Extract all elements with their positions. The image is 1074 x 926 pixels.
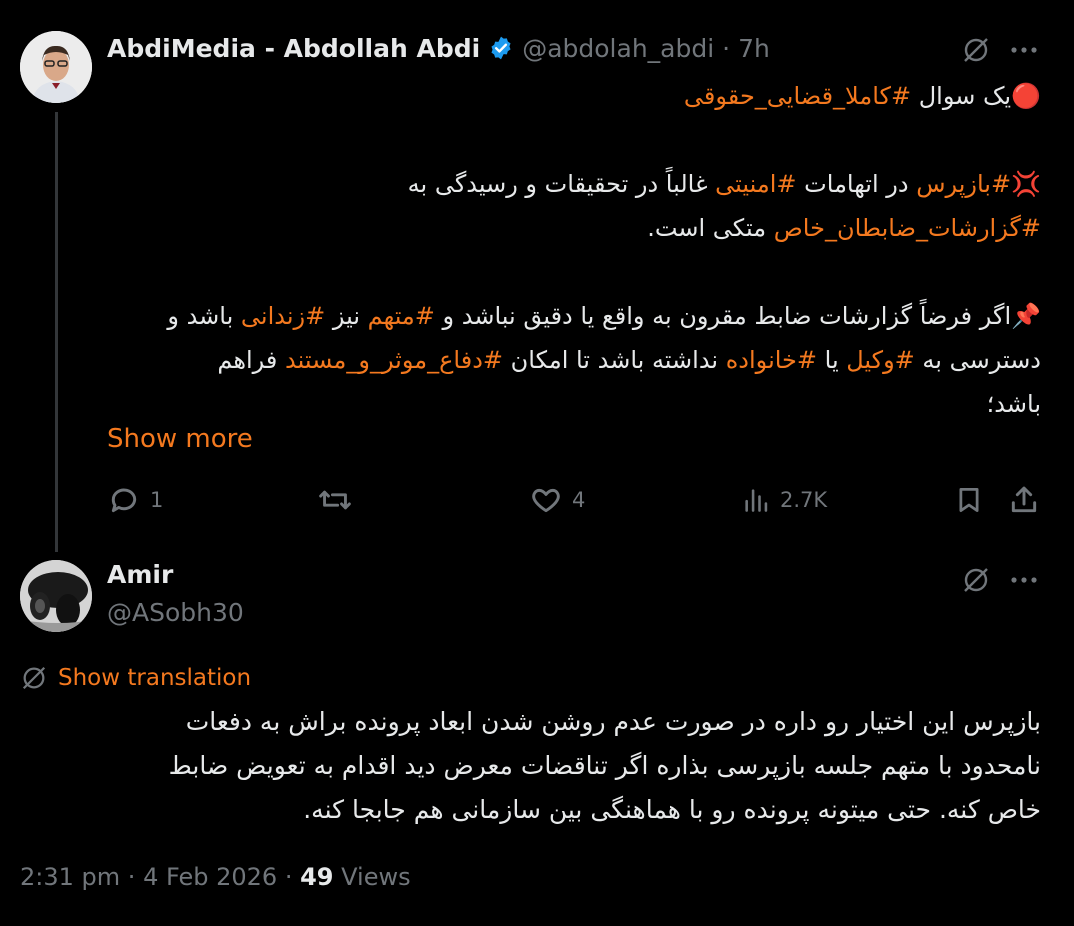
hashtag-link[interactable]: #بازپرس: [916, 170, 1011, 198]
reply-more-options-icon[interactable]: [1006, 562, 1042, 598]
hashtag-link[interactable]: #زندانی: [241, 302, 325, 330]
views-count: 2.7K: [780, 488, 828, 512]
tweet-header: AbdiMedia - Abdollah Abdi @abdolah_abdi …: [107, 30, 770, 66]
show-translation-link[interactable]: Show translation: [20, 664, 251, 692]
reply-author-avatar[interactable]: [20, 560, 92, 632]
tweet-text-line: #گزارشات_ضابطان_خاص متکی است.: [107, 206, 1041, 250]
author-avatar[interactable]: [20, 31, 92, 103]
author-handle[interactable]: @abdolah_abdi: [522, 34, 714, 63]
meta-separator: ·: [284, 863, 293, 891]
tweet-text-line: [107, 118, 1041, 162]
show-more-link[interactable]: Show more: [107, 424, 253, 454]
tweet-text-segment: 🔴یک سوال: [911, 82, 1041, 110]
reply-views-label: Views: [341, 863, 411, 891]
tweet-text-segment: 💢: [1011, 170, 1041, 198]
grok-icon[interactable]: [958, 32, 994, 68]
show-translation-label: Show translation: [58, 665, 252, 691]
views-button[interactable]: 2.7K: [742, 484, 827, 516]
tweet-text-segment: نداشته باشد تا امکان: [503, 346, 726, 374]
reply-text-line: خاص کنه. حتی میتونه پرونده رو با هماهنگی…: [303, 795, 1041, 824]
tweet-text-line: 💢#بازپرس در اتهامات #امنیتی غالباً در تح…: [107, 162, 1041, 206]
tweet-text-segment: متکی است.: [647, 214, 774, 242]
reply-icon: [111, 488, 137, 513]
tweet-text-line: 📌اگر فرضاً گزارشات ضابط مقرون به واقع یا…: [107, 294, 1041, 338]
tweet-text-segment: در اتهامات: [796, 170, 917, 198]
translate-icon: [22, 666, 46, 690]
more-options-icon[interactable]: [1006, 32, 1042, 68]
tweet-time[interactable]: 7h: [738, 34, 770, 63]
meta-separator: ·: [127, 863, 136, 891]
reply-text-line: بازپرس این اختیار رو داره در صورت عدم رو…: [185, 707, 1041, 736]
author-display-name[interactable]: AbdiMedia - Abdollah Abdi: [107, 34, 480, 63]
reply-time[interactable]: 2:31 pm: [20, 863, 120, 891]
tweet-text-segment: دسترسی به: [914, 346, 1041, 374]
tweet-text-line: باشد؛: [107, 382, 1041, 426]
verified-badge-icon: [488, 35, 514, 61]
reply-button[interactable]: 1: [108, 484, 163, 516]
bookmark-button[interactable]: [954, 484, 984, 516]
retweet-button[interactable]: [318, 484, 362, 516]
hashtag-link[interactable]: #کاملا_قضایی_حقوقی: [684, 82, 911, 110]
reply-handle[interactable]: @ASobh30: [107, 598, 244, 627]
hashtag-link[interactable]: #دفاع_موثر_و_مستند: [285, 346, 503, 374]
share-icon: [1011, 486, 1037, 513]
retweet-icon: [319, 490, 351, 510]
tweet-text-segment: 📌اگر فرضاً گزارشات ضابط مقرون به واقع یا…: [434, 302, 1041, 330]
tweet-text-segment: فراهم: [217, 346, 285, 374]
heart-icon: [532, 488, 560, 513]
reply-text: بازپرس این اختیار رو داره در صورت عدم رو…: [20, 700, 1041, 832]
tweet-text-line: دسترسی به #وکیل یا #خانواده نداشته باشد …: [107, 338, 1041, 382]
header-separator: ·: [722, 33, 731, 63]
thread-connector-line: [55, 112, 58, 552]
reply-count: 1: [150, 488, 164, 512]
share-button[interactable]: [1008, 484, 1040, 516]
reply-display-name[interactable]: Amir: [107, 560, 173, 589]
hashtag-link[interactable]: #خانواده: [726, 346, 817, 374]
hashtag-link[interactable]: #متهم: [368, 302, 435, 330]
reply-grok-icon[interactable]: [958, 562, 994, 598]
reply-meta: 2:31 pm · 4 Feb 2026 · 49 Views: [20, 863, 411, 891]
hashtag-link[interactable]: #وکیل: [846, 346, 915, 374]
reply-views-count: 49: [300, 863, 334, 891]
bookmark-icon: [959, 488, 979, 512]
tweet-text-line: 🔴یک سوال #کاملا_قضایی_حقوقی: [107, 74, 1041, 118]
views-chart-icon: [745, 489, 768, 512]
tweet-text-segment: نیز: [325, 302, 368, 330]
reply-date[interactable]: 4 Feb 2026: [143, 863, 277, 891]
tweet-text-segment: باشد و: [167, 302, 241, 330]
tweet-text-segment: باشد؛: [986, 390, 1041, 418]
tweet-text: 🔴یک سوال #کاملا_قضایی_حقوقی 💢#بازپرس در …: [107, 74, 1041, 426]
hashtag-link[interactable]: #گزارشات_ضابطان_خاص: [774, 214, 1041, 242]
hashtag-link[interactable]: #امنیتی: [715, 170, 796, 198]
tweet-text-line: [107, 250, 1041, 294]
tweet-text-segment: یا: [817, 346, 847, 374]
like-count: 4: [572, 488, 586, 512]
reply-text-line: نامحدود با متهم جلسه بازپرسی بذاره اگر ت…: [168, 751, 1041, 780]
like-button[interactable]: 4: [530, 484, 585, 516]
tweet-text-segment: غالباً در تحقیقات و رسیدگی به: [407, 170, 716, 198]
